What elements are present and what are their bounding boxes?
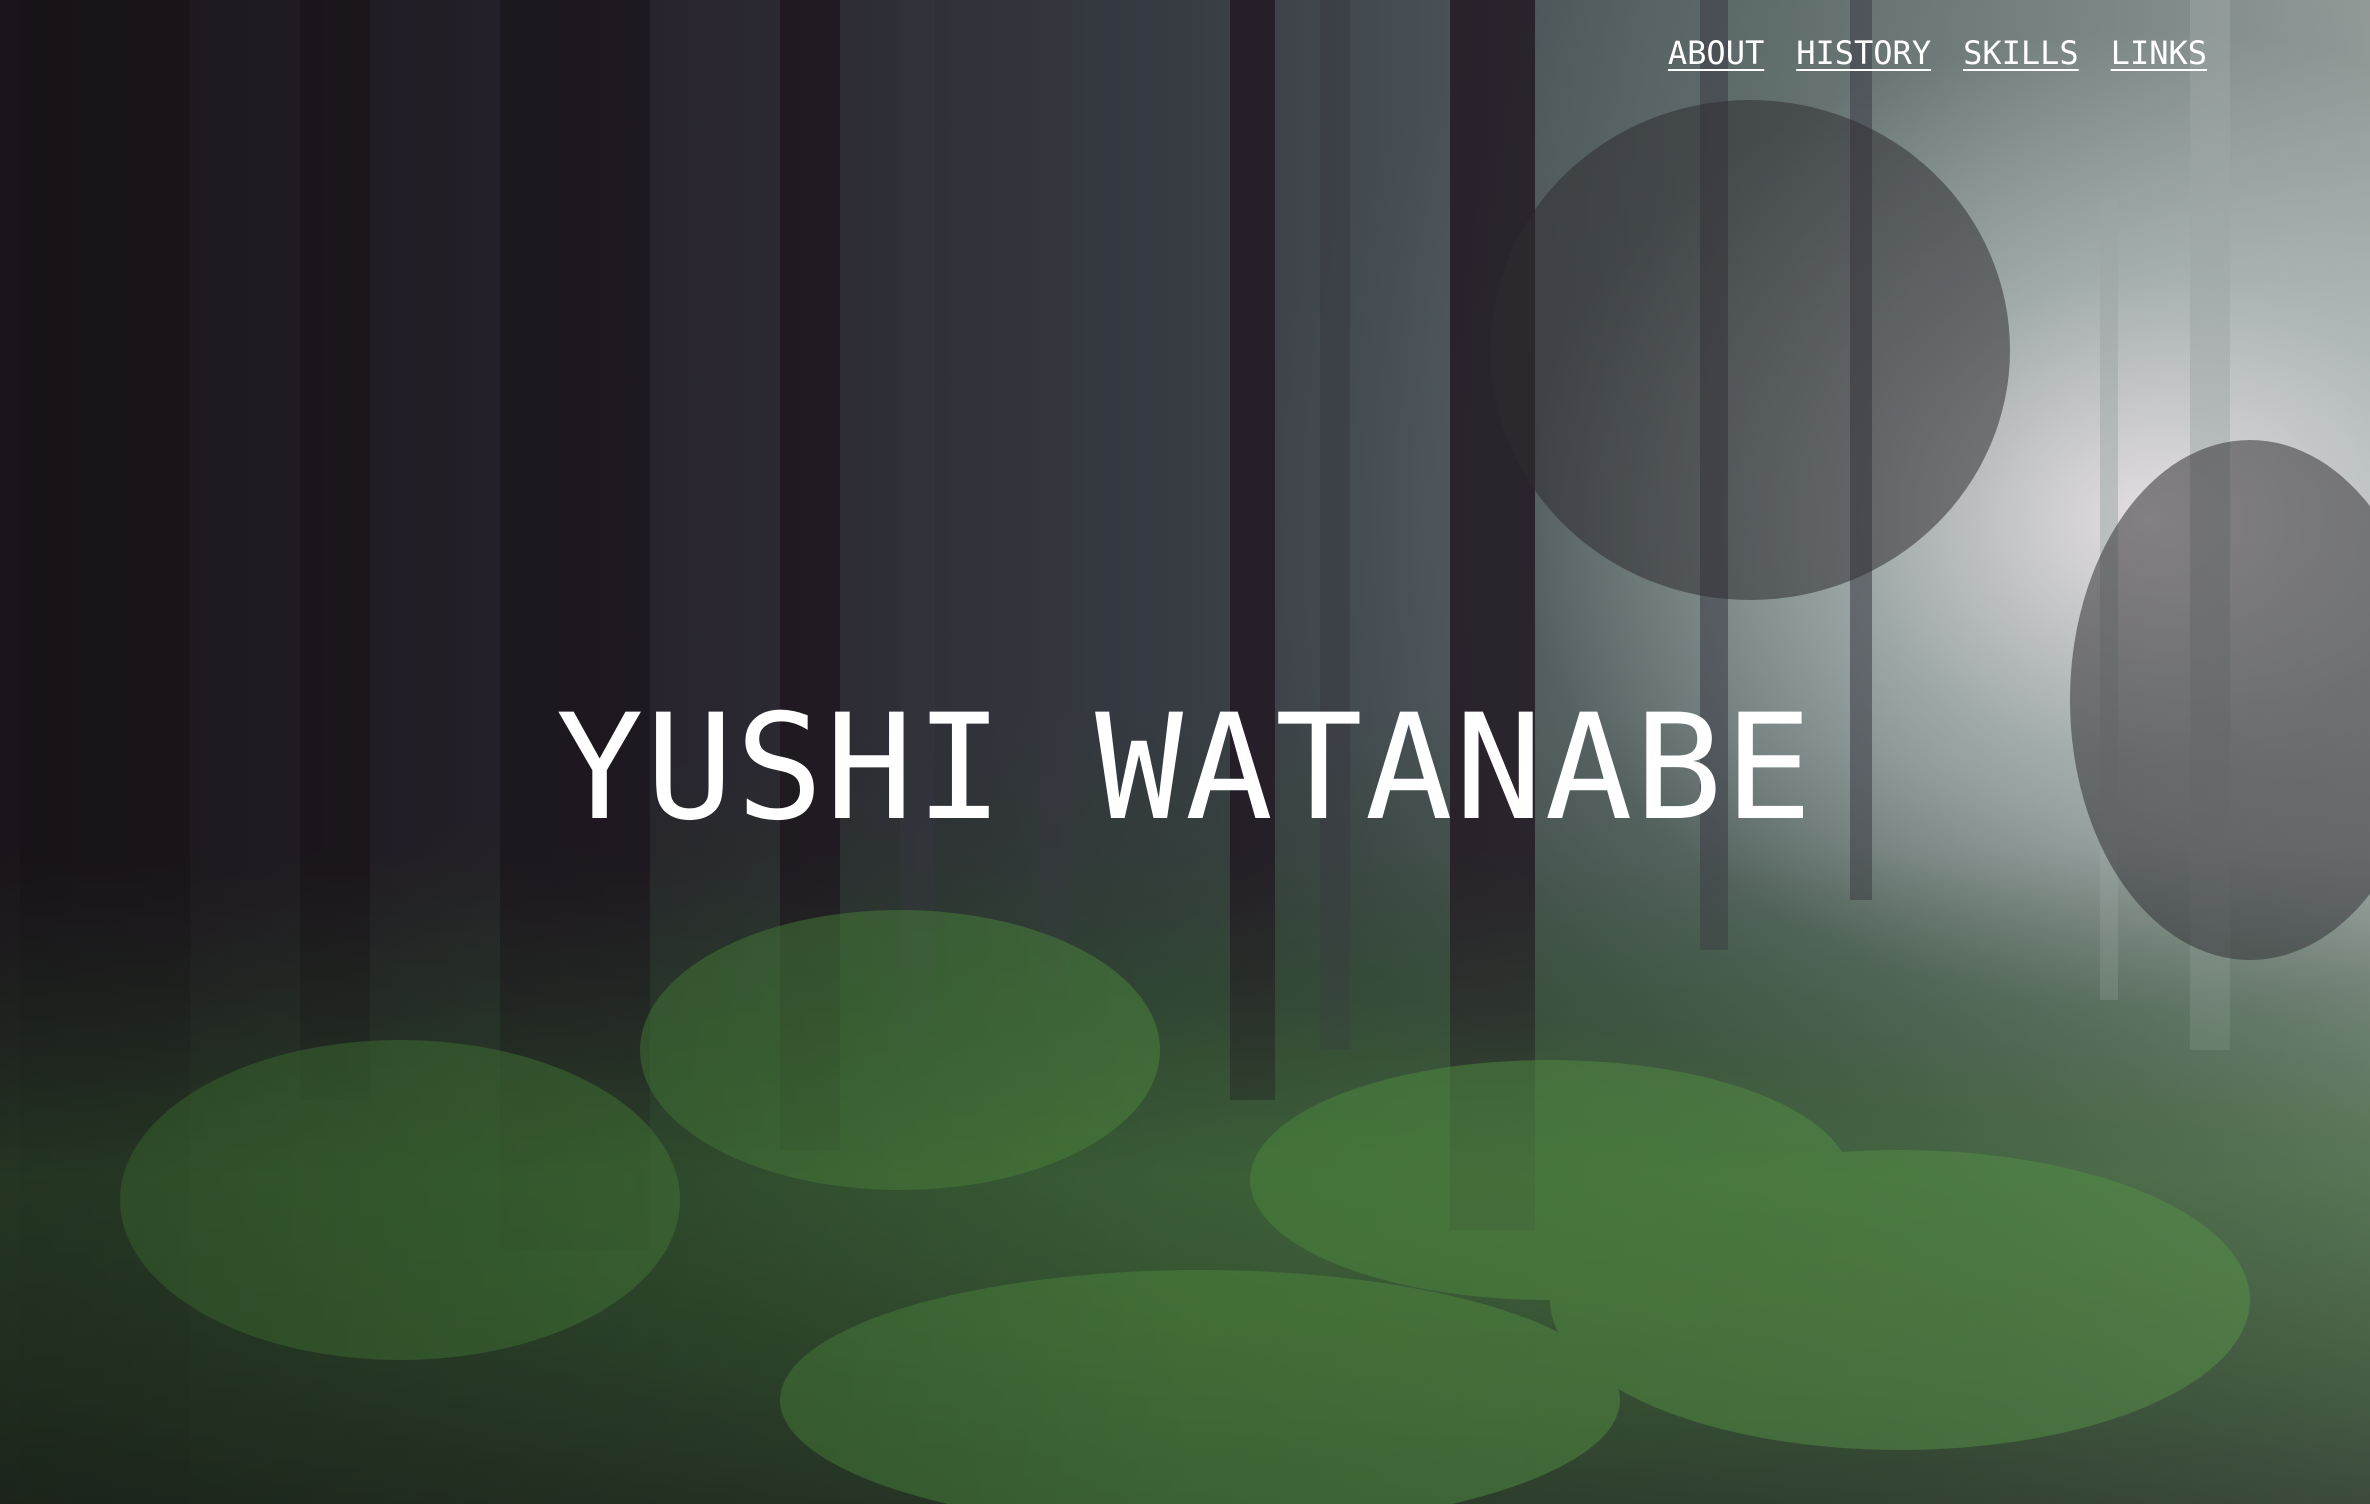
nav-link-skills[interactable]: SKILLS: [1963, 34, 2079, 72]
nav-link-links[interactable]: LINKS: [2111, 34, 2207, 72]
top-navigation: ABOUT HISTORY SKILLS LINKS: [1668, 34, 2207, 72]
hero-title: YUSHI WATANABE: [555, 683, 1815, 853]
hero-section: ABOUT HISTORY SKILLS LINKS YUSHI WATANAB…: [0, 0, 2370, 1504]
nav-link-about[interactable]: ABOUT: [1668, 34, 1764, 72]
nav-link-history[interactable]: HISTORY: [1796, 34, 1931, 72]
